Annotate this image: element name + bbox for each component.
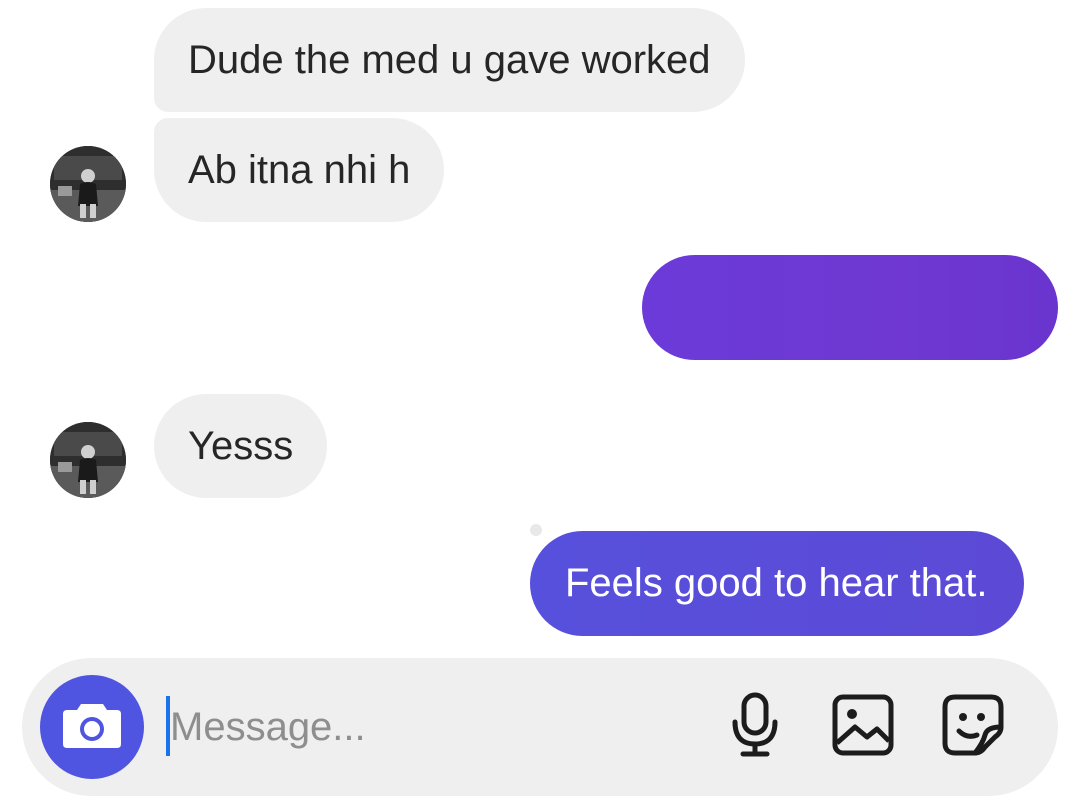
image-icon — [831, 693, 895, 762]
outgoing-message-redacted[interactable] — [642, 255, 1058, 360]
sticker-icon — [941, 693, 1005, 762]
avatar[interactable] — [50, 146, 126, 222]
sticker-button[interactable] — [940, 694, 1006, 760]
gallery-button[interactable] — [830, 694, 896, 760]
camera-icon — [61, 700, 123, 755]
seen-indicator — [530, 524, 542, 536]
incoming-message[interactable]: Dude the med u gave worked — [154, 8, 745, 112]
incoming-message[interactable]: Yesss — [154, 394, 328, 498]
message-input[interactable] — [170, 692, 690, 762]
microphone-button[interactable] — [722, 692, 788, 763]
incoming-message[interactable]: Ab itna nhi h — [154, 118, 445, 222]
camera-button[interactable] — [40, 675, 144, 779]
message-text: Dude the med u gave worked — [188, 38, 711, 82]
message-composer — [22, 658, 1058, 796]
outgoing-message[interactable]: Feels good to hear that. — [530, 531, 1024, 636]
message-text: Ab itna nhi h — [188, 148, 411, 192]
message-text: Yesss — [188, 424, 294, 468]
microphone-icon — [729, 692, 781, 763]
avatar[interactable] — [50, 422, 126, 498]
message-text: Feels good to hear that. — [565, 561, 988, 605]
